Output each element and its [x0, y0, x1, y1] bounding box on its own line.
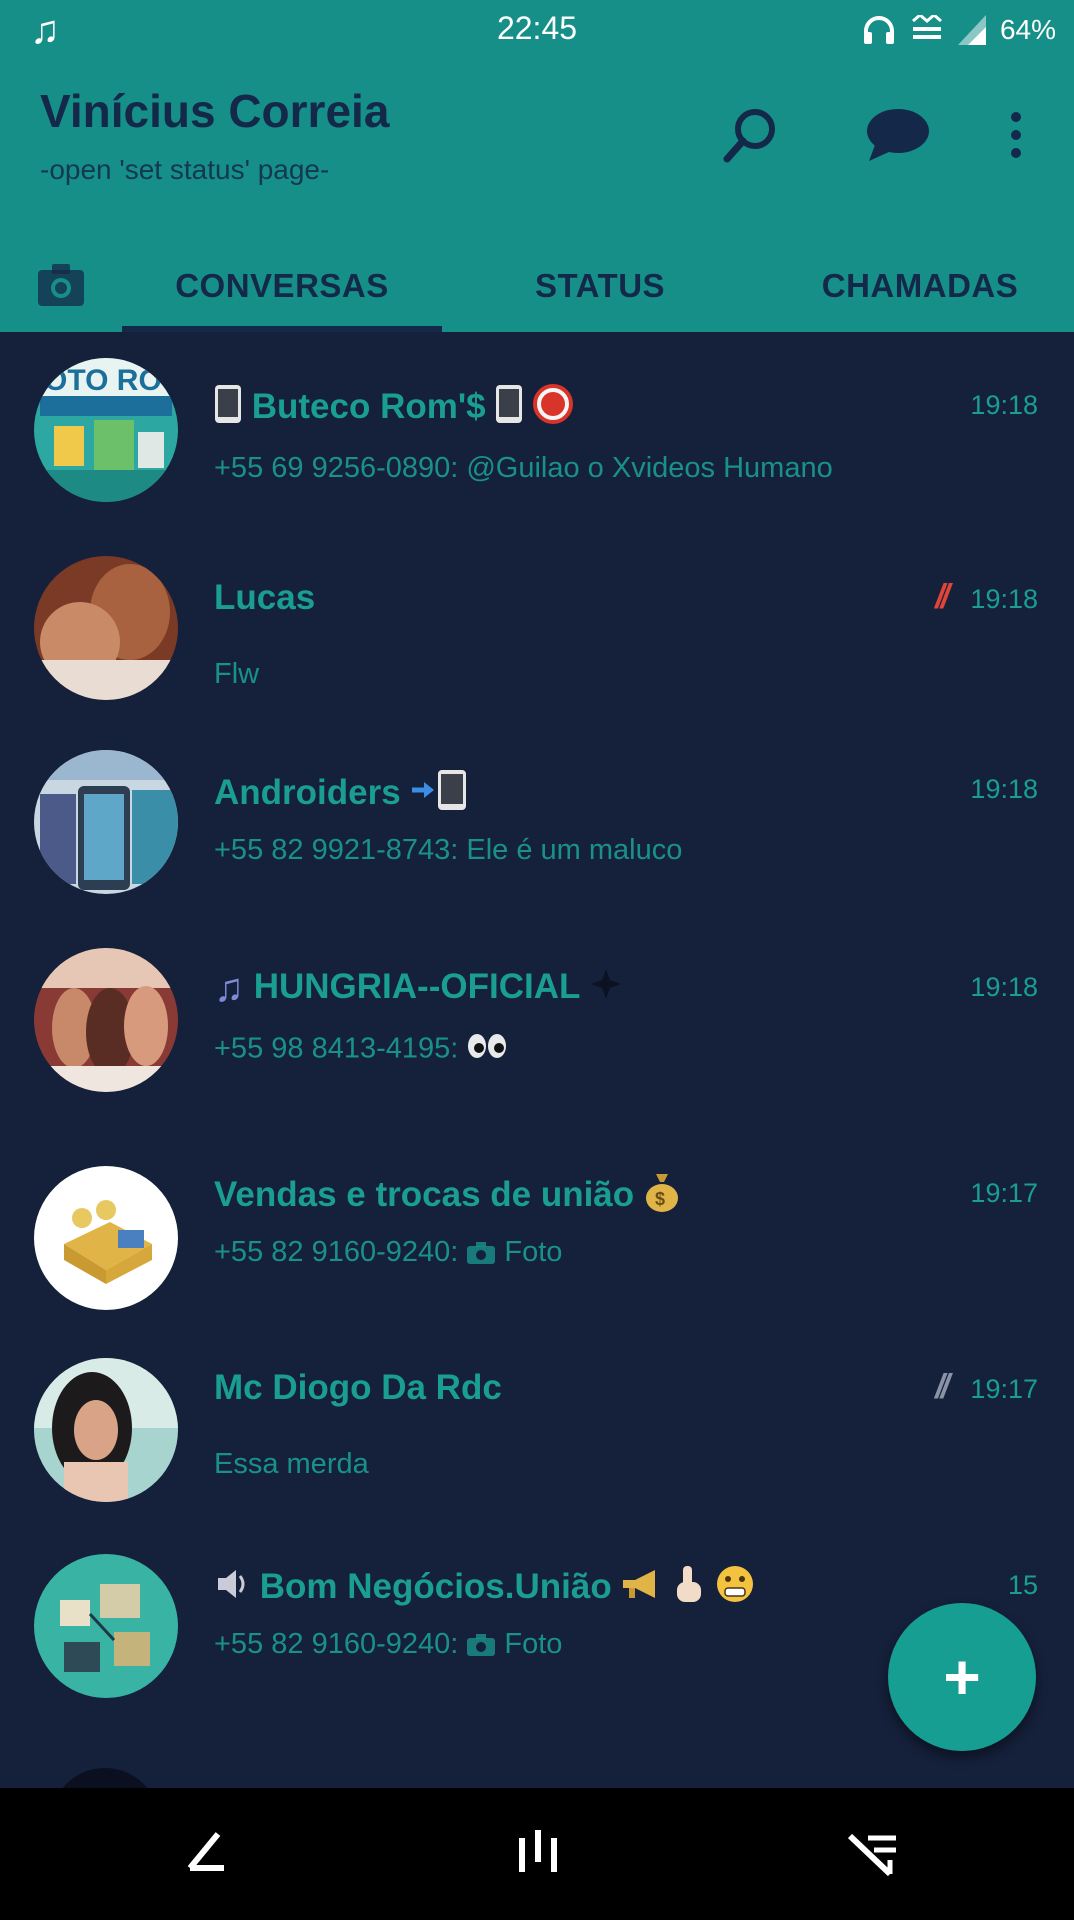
sparkle-emoji-icon — [589, 967, 623, 1010]
chat-preview: +55 82 9921-8743: Ele é um maluco — [214, 834, 683, 866]
grimace-emoji-icon — [715, 1564, 755, 1613]
chat-row[interactable]: Androiders +55 82 9921-8743: Ele é um ma… — [0, 724, 1074, 920]
back-icon — [187, 1832, 224, 1871]
avatar[interactable] — [34, 1166, 178, 1310]
avatar[interactable] — [34, 948, 178, 1092]
svg-text:OTO RO: OTO RO — [44, 364, 162, 397]
home-button[interactable] — [508, 1824, 568, 1884]
photo-camera-icon — [467, 1634, 496, 1657]
megaphone-emoji-icon — [621, 1566, 661, 1611]
chat-icon — [867, 109, 929, 161]
search-icon — [723, 109, 775, 163]
chat-time: 19:17 — [970, 1374, 1038, 1404]
music-note-emoji-icon: ♫ — [214, 966, 244, 1010]
avatar[interactable] — [34, 1554, 178, 1698]
avatar[interactable] — [34, 556, 178, 700]
tab-status[interactable]: STATUS — [480, 240, 720, 332]
home-icon — [519, 1830, 557, 1872]
navigation-bar — [0, 1788, 1074, 1920]
chat-name: Mc Diogo Da Rdc — [214, 1368, 502, 1407]
phone-arrow-emoji-icon — [410, 768, 468, 821]
adult-18-icon — [533, 384, 574, 433]
camera-icon — [38, 264, 84, 306]
phone-emoji-icon — [495, 384, 523, 433]
chat-preview: +55 98 8413-4195: — [214, 1032, 459, 1065]
chat-name: Bom Negócios.União — [259, 1566, 612, 1606]
profile-name[interactable]: Vinícius Correia — [40, 84, 389, 138]
chat-row[interactable]: OTO RO Buteco Rom'$ +55 69 9256-0890: @G… — [0, 332, 1074, 528]
read-receipt-icon: // — [935, 1368, 950, 1406]
battery-level: 64% — [999, 14, 1056, 45]
profile-status[interactable]: -open 'set status' page- — [40, 154, 329, 186]
headphones-icon — [863, 16, 894, 44]
avatar[interactable]: OTO RO — [34, 358, 178, 502]
chat-name: Vendas e trocas de união — [214, 1174, 635, 1214]
chat-name: Buteco Rom'$ — [251, 386, 486, 426]
chat-row[interactable]: Vendas e trocas de união $ +55 82 9160-9… — [0, 1124, 1074, 1320]
avatar[interactable] — [50, 1768, 160, 1788]
chat-preview: +55 69 9256-0890: @Guilao o Xvideos Huma… — [214, 452, 833, 484]
chat-name: Androiders — [214, 772, 401, 812]
recent-apps-button[interactable] — [844, 1824, 904, 1884]
chat-preview-sender: +55 82 9160-9240: — [214, 1628, 459, 1660]
chat-row[interactable]: ♫ HUNGRIA--OFICIAL +55 98 8413-4195: 19:… — [0, 922, 1074, 1118]
photo-camera-icon — [467, 1242, 496, 1265]
chat-preview-sender: +55 82 9160-9240: — [214, 1236, 459, 1268]
status-icons: 64% — [862, 10, 1056, 50]
chat-time: 19:18 — [970, 390, 1038, 420]
tab-conversas[interactable]: CONVERSAS — [122, 240, 442, 332]
read-receipt-icon: // — [935, 578, 950, 616]
eyes-emoji-icon — [466, 1032, 508, 1068]
chat-time: 15 — [1007, 1570, 1038, 1600]
status-bar: ♫ 22:45 64% — [0, 0, 1074, 60]
new-conversation-button[interactable]: + — [888, 1603, 1036, 1751]
avatar[interactable] — [34, 1358, 178, 1502]
camera-tab[interactable] — [34, 258, 88, 312]
tab-bar: CONVERSAS STATUS CHAMADAS — [0, 240, 1074, 332]
finger-up-emoji-icon — [671, 1564, 705, 1613]
speaker-emoji-icon — [214, 1566, 250, 1611]
chat-time: 19:18 — [970, 774, 1038, 804]
chat-time: 19:17 — [970, 1178, 1038, 1208]
chat-row[interactable]: Lucas Flw // 19:18 — [0, 528, 1074, 724]
screen: ♫ 22:45 64% Vinícius Correia -open 'set … — [0, 0, 1074, 1920]
money-bag-emoji-icon: $ — [644, 1172, 680, 1221]
chat-preview: Foto — [504, 1236, 563, 1268]
new-chat-button[interactable] — [860, 100, 936, 170]
tab-chamadas[interactable]: CHAMADAS — [780, 240, 1060, 332]
signal-icon — [957, 15, 986, 45]
search-button[interactable] — [716, 100, 786, 170]
more-options-icon — [1011, 112, 1021, 158]
chat-preview: Essa merda — [214, 1448, 369, 1480]
chat-row[interactable]: Mc Diogo Da Rdc Essa merda // 19:17 — [0, 1320, 1074, 1516]
svg-text:$: $ — [655, 1189, 665, 1209]
avatar[interactable] — [34, 750, 178, 894]
more-options-button[interactable] — [996, 100, 1036, 170]
chat-time: 19:18 — [970, 972, 1038, 1002]
chat-list: OTO RO Buteco Rom'$ +55 69 9256-0890: @G… — [0, 332, 1074, 1788]
chat-name: HUNGRIA--OFICIAL — [253, 966, 580, 1006]
chat-name: Lucas — [214, 578, 316, 617]
app-bar: Vinícius Correia -open 'set status' page… — [0, 60, 1074, 332]
data-icon — [911, 15, 942, 39]
chat-preview: Foto — [504, 1628, 563, 1660]
chat-preview: Flw — [214, 658, 260, 690]
recent-apps-icon — [847, 1833, 896, 1877]
phone-emoji-icon — [214, 384, 242, 433]
chat-time: 19:18 — [970, 584, 1038, 614]
back-button[interactable] — [178, 1824, 238, 1884]
